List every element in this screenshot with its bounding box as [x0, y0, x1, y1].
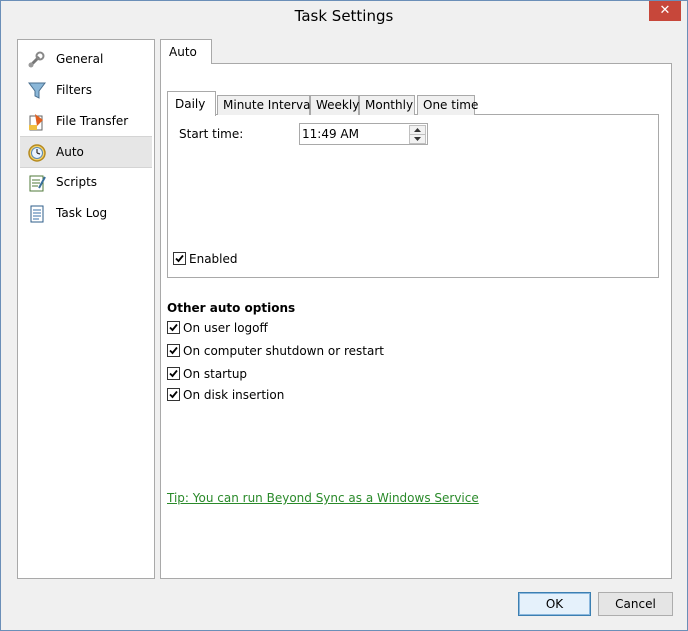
sidebar-item-task-log[interactable]: Task Log	[20, 198, 152, 228]
on-user-logoff-checkbox[interactable]	[167, 321, 180, 334]
checkmark-icon	[169, 369, 178, 378]
script-icon	[27, 173, 47, 193]
on-shutdown-label: On computer shutdown or restart	[183, 344, 385, 358]
sidebar-item-label: Auto	[56, 145, 84, 159]
sidebar-item-auto[interactable]: Auto	[20, 136, 152, 168]
start-time-value: 11:49 AM	[302, 127, 359, 141]
checkmark-icon	[169, 390, 178, 399]
on-disk-insertion-checkbox[interactable]	[167, 388, 180, 401]
tab-daily-label: Daily	[175, 97, 206, 111]
task-settings-window: Task Settings ✕ General Filters File Tra…	[0, 0, 688, 631]
sidebar-item-general[interactable]: General	[20, 44, 152, 74]
start-time-label: Start time:	[179, 127, 244, 141]
spin-down-button[interactable]	[409, 134, 426, 144]
on-shutdown-checkbox[interactable]	[167, 344, 180, 357]
windows-service-tip-link[interactable]: Tip: You can run Beyond Sync as a Window…	[167, 491, 479, 505]
file-transfer-icon	[27, 112, 47, 132]
sidebar: General Filters File Transfer Auto Scrip…	[17, 39, 155, 579]
close-button[interactable]: ✕	[649, 1, 681, 21]
tab-auto[interactable]: Auto	[160, 39, 212, 64]
tab-one-time-label: One time	[423, 98, 479, 112]
tab-minute-interval-label: Minute Interval	[223, 98, 314, 112]
start-time-field[interactable]: 11:49 AM	[299, 123, 428, 145]
checkmark-icon	[169, 346, 178, 355]
sidebar-item-label: Task Log	[56, 206, 108, 220]
on-startup-label: On startup	[183, 367, 248, 381]
sidebar-item-label: Filters	[56, 83, 92, 97]
wrench-icon	[27, 50, 47, 70]
checkmark-icon	[175, 254, 184, 263]
sidebar-item-label: Scripts	[56, 175, 98, 189]
other-options-heading: Other auto options	[167, 301, 296, 315]
tab-weekly[interactable]: Weekly	[310, 95, 359, 115]
sidebar-item-scripts[interactable]: Scripts	[20, 167, 152, 197]
sidebar-item-filters[interactable]: Filters	[20, 75, 152, 105]
log-icon	[27, 204, 47, 224]
checkmark-icon	[169, 323, 178, 332]
tab-monthly-label: Monthly	[365, 98, 414, 112]
tab-minute-interval[interactable]: Minute Interval	[217, 95, 314, 115]
on-user-logoff-label: On user logoff	[183, 321, 268, 335]
clock-icon	[27, 143, 47, 163]
window-title: Task Settings	[294, 7, 394, 25]
cancel-button[interactable]: Cancel	[598, 592, 673, 616]
title-bar: Task Settings ✕	[1, 1, 687, 32]
tab-monthly[interactable]: Monthly	[359, 95, 415, 115]
sidebar-item-file-transfer[interactable]: File Transfer	[20, 106, 152, 136]
on-startup-checkbox[interactable]	[167, 367, 180, 380]
funnel-icon	[27, 81, 47, 101]
tab-weekly-label: Weekly	[316, 98, 360, 112]
enabled-checkbox[interactable]	[173, 252, 186, 265]
tab-auto-label: Auto	[169, 45, 197, 59]
ok-button[interactable]: OK	[518, 592, 591, 616]
tab-daily[interactable]: Daily	[167, 91, 216, 116]
on-disk-insertion-label: On disk insertion	[183, 388, 285, 402]
enabled-label: Enabled	[189, 252, 238, 266]
sidebar-item-label: General	[56, 52, 104, 66]
sidebar-item-label: File Transfer	[56, 114, 129, 128]
tab-one-time[interactable]: One time	[417, 95, 479, 115]
